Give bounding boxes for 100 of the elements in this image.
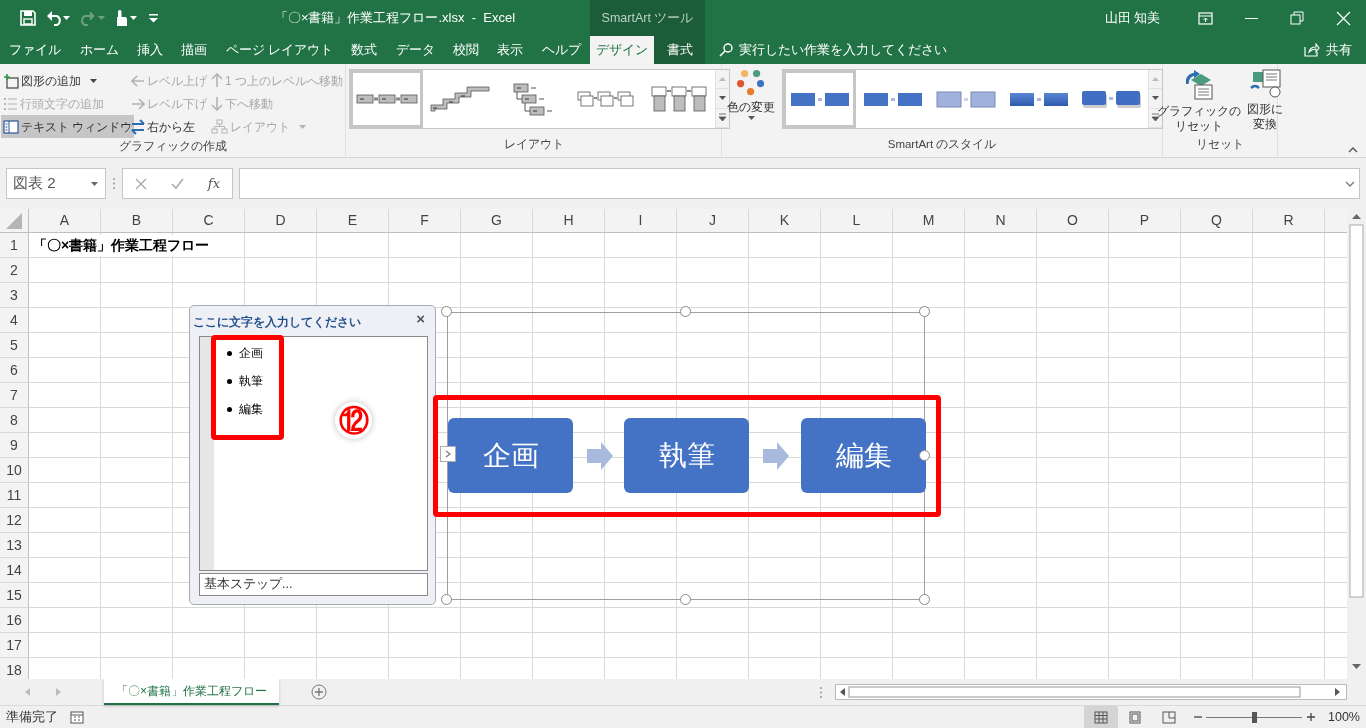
column-header[interactable]: M: [893, 209, 965, 232]
row-header[interactable]: 15: [0, 583, 29, 608]
ribbon-command[interactable]: 図形の追加: [1, 69, 100, 92]
name-box[interactable]: 図表 2: [6, 168, 106, 199]
ribbon-tab[interactable]: データ: [395, 36, 435, 64]
column-header[interactable]: O: [1037, 209, 1109, 232]
change-colors-button[interactable]: 色の変更: [724, 69, 778, 122]
ribbon-tab[interactable]: ホーム: [79, 36, 119, 64]
column-header[interactable]: R: [1253, 209, 1325, 232]
expand-tab[interactable]: [440, 446, 456, 462]
zoom-level[interactable]: 100%: [1328, 707, 1360, 727]
horizontal-scrollbar[interactable]: [835, 684, 1347, 700]
ribbon-tab[interactable]: ページ レイアウト: [225, 36, 334, 64]
column-header[interactable]: H: [533, 209, 605, 232]
resize-handle[interactable]: [441, 594, 452, 605]
style-preview-icon: [789, 91, 850, 107]
cancel-icon[interactable]: [134, 177, 147, 190]
row-header[interactable]: 18: [0, 658, 29, 679]
row-header[interactable]: 13: [0, 533, 29, 558]
share-button[interactable]: 共有: [1298, 36, 1358, 64]
column-header[interactable]: I: [605, 209, 677, 232]
close-icon: [1335, 10, 1351, 26]
row-header[interactable]: 1: [0, 233, 29, 258]
bullet-text[interactable]: 編集: [239, 400, 263, 418]
row-header[interactable]: 14: [0, 558, 29, 583]
insert-function-button[interactable]: fx: [207, 173, 220, 194]
column-header[interactable]: K: [749, 209, 821, 232]
column-header[interactable]: Q: [1181, 209, 1253, 232]
tell-me-field[interactable]: 実行したい作業を入力してください: [719, 36, 947, 64]
row-header[interactable]: 7: [0, 383, 29, 408]
ribbon-tab[interactable]: 挿入: [136, 36, 163, 64]
expand-icon[interactable]: [1345, 180, 1355, 187]
slider-thumb[interactable]: [1252, 711, 1257, 723]
chevron-icon: [445, 450, 451, 458]
resize-handle[interactable]: [680, 594, 691, 605]
ribbon-tab[interactable]: 表示: [497, 36, 524, 64]
row-header[interactable]: 5: [0, 333, 29, 358]
column-header[interactable]: A: [29, 209, 101, 232]
row-header[interactable]: 8: [0, 408, 29, 433]
ribbon-tab[interactable]: 描画: [181, 36, 208, 64]
ribbon-tab[interactable]: 書式: [654, 36, 705, 64]
row-header[interactable]: 3: [0, 283, 29, 308]
caret-icon: [298, 123, 307, 130]
enter-icon[interactable]: [170, 178, 184, 189]
gallery-down-button[interactable]: [716, 89, 729, 109]
row-header[interactable]: 6: [0, 358, 29, 383]
row-header[interactable]: 4: [0, 308, 29, 333]
row-header[interactable]: 9: [0, 433, 29, 458]
resize-handle[interactable]: [919, 450, 930, 461]
ribbon-tab[interactable]: ファイル: [9, 36, 62, 64]
column-header[interactable]: N: [965, 209, 1037, 232]
resize-handle[interactable]: [680, 306, 691, 317]
view-button[interactable]: [1084, 705, 1118, 728]
bullet-text[interactable]: 執筆: [239, 372, 263, 390]
row-header[interactable]: 16: [0, 608, 29, 633]
quick-access-button[interactable]: [44, 8, 73, 28]
zoom-in-icon[interactable]: [1306, 712, 1316, 722]
macro-record-icon[interactable]: [70, 710, 84, 724]
column-header[interactable]: P: [1109, 209, 1181, 232]
column-header[interactable]: J: [677, 209, 749, 232]
ribbon-tab[interactable]: 校閲: [453, 36, 480, 64]
column-header[interactable]: B: [101, 209, 173, 232]
ribbon-command[interactable]: テキスト ウィンドウ: [1, 115, 135, 138]
formula-input[interactable]: [239, 168, 1360, 199]
row-header[interactable]: 10: [0, 458, 29, 483]
row-header[interactable]: 17: [0, 633, 29, 658]
add-sheet-icon[interactable]: [311, 684, 327, 700]
ribbon-tab[interactable]: ヘルプ: [541, 36, 581, 64]
ribbon-command[interactable]: 図形に 変換: [1244, 69, 1286, 132]
next-sheet-icon[interactable]: [55, 687, 62, 697]
bullet-text[interactable]: 企画: [239, 344, 263, 362]
ribbon-tab[interactable]: 数式: [351, 36, 378, 64]
column-header[interactable]: E: [317, 209, 389, 232]
ribbon-command[interactable]: グラフィックの リセット: [1154, 69, 1244, 134]
previous-sheet-icon[interactable]: [24, 687, 31, 697]
resize-handle[interactable]: [919, 594, 930, 605]
bullet-icon: [226, 349, 233, 357]
column-header[interactable]: C: [173, 209, 245, 232]
zoom-out-icon[interactable]: [1194, 713, 1202, 721]
splitter-icon[interactable]: [819, 685, 823, 699]
bullet-list-icon: [3, 96, 18, 111]
close-button[interactable]: ×: [414, 310, 427, 328]
column-header[interactable]: L: [821, 209, 893, 232]
sheet-tab[interactable]: 「〇×書籍」作業工程フロー: [104, 679, 279, 705]
bullet-icon: [226, 377, 233, 385]
ribbon-tab[interactable]: デザイン: [590, 36, 654, 64]
user-name[interactable]: 山田 知美: [1104, 8, 1160, 28]
column-header[interactable]: G: [461, 209, 533, 232]
zoom-slider[interactable]: [1206, 711, 1302, 723]
column-header[interactable]: F: [389, 209, 461, 232]
row-header[interactable]: 12: [0, 508, 29, 533]
layout-option[interactable]: [350, 70, 423, 128]
quick-access-button[interactable]: [18, 8, 38, 28]
row-header[interactable]: 11: [0, 483, 29, 508]
column-header[interactable]: D: [245, 209, 317, 232]
resize-handle[interactable]: [441, 306, 452, 317]
row-header[interactable]: 2: [0, 258, 29, 283]
resize-handle[interactable]: [919, 306, 930, 317]
collapse-ribbon-icon[interactable]: [1348, 147, 1358, 153]
style-option[interactable]: [783, 70, 856, 128]
